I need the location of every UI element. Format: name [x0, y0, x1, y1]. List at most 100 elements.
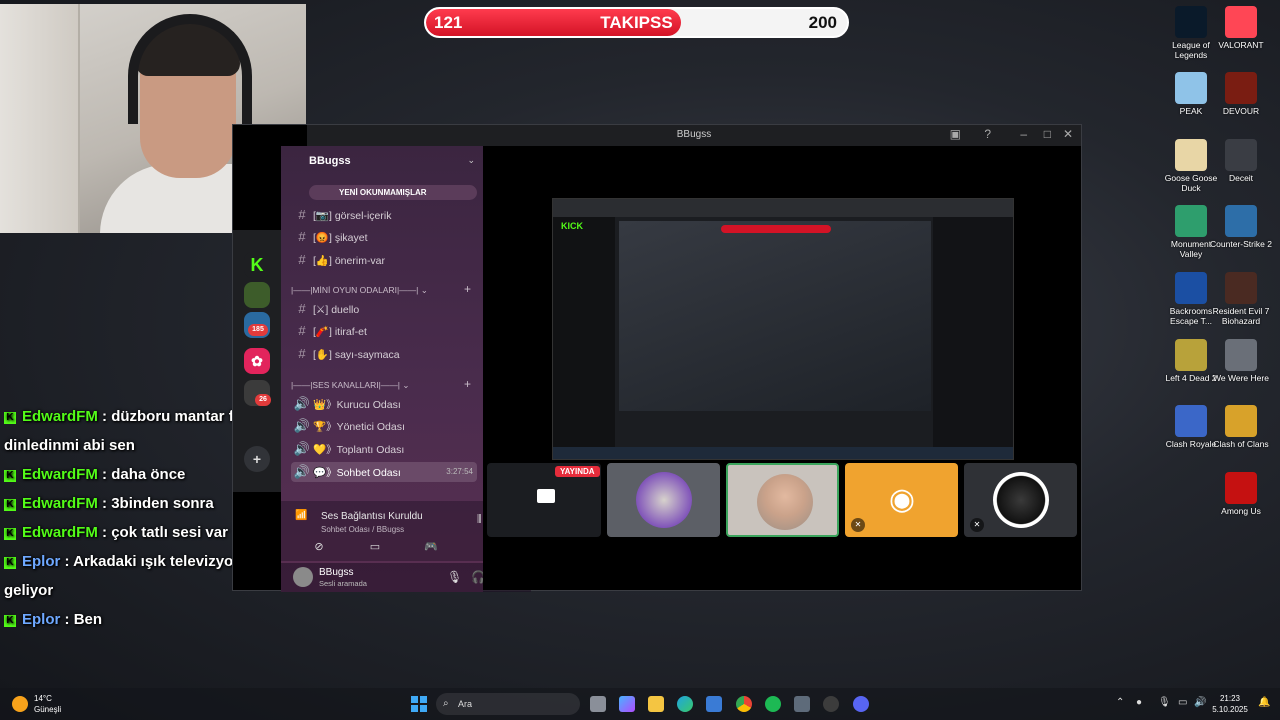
desktop-icon-we-were-here[interactable]: We Were Here — [1210, 339, 1272, 383]
notification-icon[interactable]: 🔔 — [1258, 697, 1270, 708]
minimize-button[interactable]: – — [1020, 127, 1027, 141]
network-icon[interactable]: ▭ — [1178, 697, 1187, 708]
inbox-icon[interactable]: ▣ — [950, 127, 961, 141]
desktop-icon-valorant[interactable]: VALORANT — [1210, 6, 1272, 50]
webcam-headset — [128, 14, 252, 124]
avatar — [993, 472, 1049, 528]
desktop-icon-counter-strike-2[interactable]: Counter-Strike 2 — [1210, 205, 1272, 249]
server-icon[interactable] — [244, 282, 270, 308]
desktop-icon-label: Among Us — [1221, 506, 1261, 516]
chat-separator: : — [97, 495, 112, 512]
task-view-icon[interactable] — [590, 696, 606, 712]
discord-icon[interactable] — [853, 696, 869, 712]
microsoft-store-icon[interactable] — [706, 696, 722, 712]
speaker-icon: 🔊 — [293, 464, 311, 479]
windows-taskbar: 14°C Güneşli ⌕ Ara ⌃ ● 🎙 ▭ 🔊 21:23 5.10.2… — [0, 688, 1280, 720]
channel-sikayet[interactable]: # [😡] şikayet — [291, 227, 477, 247]
desktop-icon-label: Monument Valley — [1170, 239, 1212, 259]
desktop-icon-label: Backrooms Escape T... — [1169, 306, 1213, 326]
windows-start-icon[interactable] — [411, 696, 427, 712]
devour-icon — [1225, 72, 1257, 104]
desktop-icon-deceit[interactable]: Deceit — [1210, 139, 1272, 183]
unread-banner[interactable]: YENİ OKUNMAMIŞLAR — [309, 185, 477, 200]
chat-text: çok tatlı sesi var — [111, 524, 228, 541]
server-name[interactable]: BBugss — [309, 155, 351, 167]
category-label: SES KANALLARI — [312, 380, 379, 390]
system-clock[interactable]: 21:23 5.10.2025 — [1208, 693, 1252, 715]
channel-label: Kurucu Odası — [336, 399, 401, 411]
desktop-icon-label: VALORANT — [1218, 40, 1264, 50]
camera-off-button[interactable]: ⊘ — [295, 537, 343, 557]
avatar[interactable] — [293, 567, 313, 587]
clock-time: 21:23 — [1219, 694, 1241, 703]
desktop-icon-clash-of-clans[interactable]: Clash of Clans — [1210, 405, 1272, 449]
participant-tile[interactable]: ✕ — [964, 463, 1077, 537]
participant-tile[interactable] — [607, 463, 720, 537]
file-explorer-icon[interactable] — [648, 696, 664, 712]
chevron-down-icon[interactable]: ⌄ — [467, 155, 475, 166]
voice-channel-yonetici[interactable]: 🔊 🏆》Yönetici Odası — [291, 416, 477, 436]
category-mini-games[interactable]: |——|MİNİ OYUN ODALARI|——| ⌄ + — [291, 282, 477, 296]
server-list: K 185 ✿ 26 + — [233, 230, 281, 492]
voice-channel-kurucu[interactable]: 🔊 👑》Kurucu Odası — [291, 394, 477, 414]
left-4-dead-icon — [1175, 339, 1207, 371]
add-channel-icon[interactable]: + — [464, 377, 471, 391]
activity-button[interactable]: 🎮 — [407, 537, 455, 557]
add-server-icon[interactable]: + — [244, 446, 270, 472]
maximize-button[interactable]: □ — [1044, 127, 1051, 141]
desktop-icon-among-us[interactable]: Among Us — [1210, 472, 1272, 516]
channel-gorsel-icerik[interactable]: # [📷] görsel-içerik — [291, 205, 477, 225]
server-kick-icon[interactable]: K — [244, 252, 270, 278]
copilot-icon[interactable] — [619, 696, 635, 712]
voice-channel-toplanti[interactable]: 🔊 💛》Toplantı Odası — [291, 439, 477, 459]
channel-sidebar: BBugss ⌄ YENİ OKUNMAMIŞLAR # [📷] görsel-i… — [281, 146, 531, 592]
chevron-up-icon[interactable]: ⌃ — [1116, 697, 1124, 708]
channel-onerim-var[interactable]: # [👍] önerim-var — [291, 250, 477, 270]
obs-icon[interactable] — [823, 696, 839, 712]
kick-icon: K — [4, 557, 16, 569]
clash-royale-icon — [1175, 405, 1207, 437]
volume-icon[interactable]: 🔊 — [1194, 697, 1206, 708]
kick-icon: K — [4, 470, 16, 482]
category-label: MİNİ OYUN ODALARI — [312, 285, 397, 295]
steam-icon[interactable] — [794, 696, 810, 712]
help-icon[interactable]: ? — [984, 127, 991, 141]
screen-share-view[interactable]: KICK — [552, 198, 1014, 460]
microphone-icon[interactable]: 🎙 — [1158, 697, 1171, 708]
noise-suppression-icon[interactable]: ⫼ — [477, 514, 482, 525]
add-channel-icon[interactable]: + — [464, 282, 471, 296]
channel-sayi-saymaca[interactable]: # [✋] sayı-saymaca — [291, 344, 477, 364]
chat-message: K Eplor : Ben — [4, 605, 304, 634]
channel-label: duello — [331, 304, 360, 316]
microphone-icon[interactable]: 🎙 — [447, 570, 462, 584]
close-button[interactable]: ✕ — [1063, 127, 1073, 141]
voice-channel-sohbet[interactable]: 🔊 💬》Sohbet Odası 3:27:54 — [291, 462, 477, 482]
tray-app-icon[interactable]: ● — [1136, 697, 1142, 708]
discord-titlebar: BBugss ▣ ? – □ ✕ — [307, 125, 1081, 146]
deceit-icon — [1225, 139, 1257, 171]
chrome-icon[interactable] — [736, 696, 752, 712]
desktop-icon-devour[interactable]: DEVOUR — [1210, 72, 1272, 116]
shared-browser-tabs — [553, 199, 1013, 217]
channel-itiraf-et[interactable]: # [🧨] itiraf-et — [291, 321, 477, 341]
participant-tile[interactable]: ◉ ✕ — [845, 463, 958, 537]
server-icon[interactable]: ✿ — [244, 348, 270, 374]
category-voice[interactable]: |——|SES KANALLARI|——| ⌄ + — [291, 377, 477, 391]
spotify-icon[interactable] — [765, 696, 781, 712]
channel-emoji: 💬 — [313, 467, 327, 479]
chat-separator: : — [97, 466, 112, 483]
live-stream-tile[interactable]: YAYINDA — [487, 463, 601, 537]
taskbar-search[interactable]: ⌕ Ara — [436, 693, 580, 715]
voice-status: Ses Bağlantısı Kuruldu — [321, 511, 423, 522]
channel-duello[interactable]: # [⚔] duello — [291, 299, 477, 319]
channel-label: şikayet — [334, 232, 368, 244]
goose-goose-duck-icon — [1175, 139, 1207, 171]
screen-share-button[interactable]: ▭ — [351, 537, 399, 557]
desktop-icon-resident-evil-7[interactable]: Resident Evil 7 Biohazard — [1210, 272, 1272, 326]
call-stage: KICK YAYINDA ◉ ✕ ✕ — [483, 146, 1081, 590]
edge-icon[interactable] — [677, 696, 693, 712]
kick-icon: K — [4, 615, 16, 627]
chat-username: EdwardFM — [22, 408, 98, 425]
participant-tile-speaking[interactable] — [726, 463, 839, 537]
desktop-icon-label: DEVOUR — [1222, 106, 1260, 116]
